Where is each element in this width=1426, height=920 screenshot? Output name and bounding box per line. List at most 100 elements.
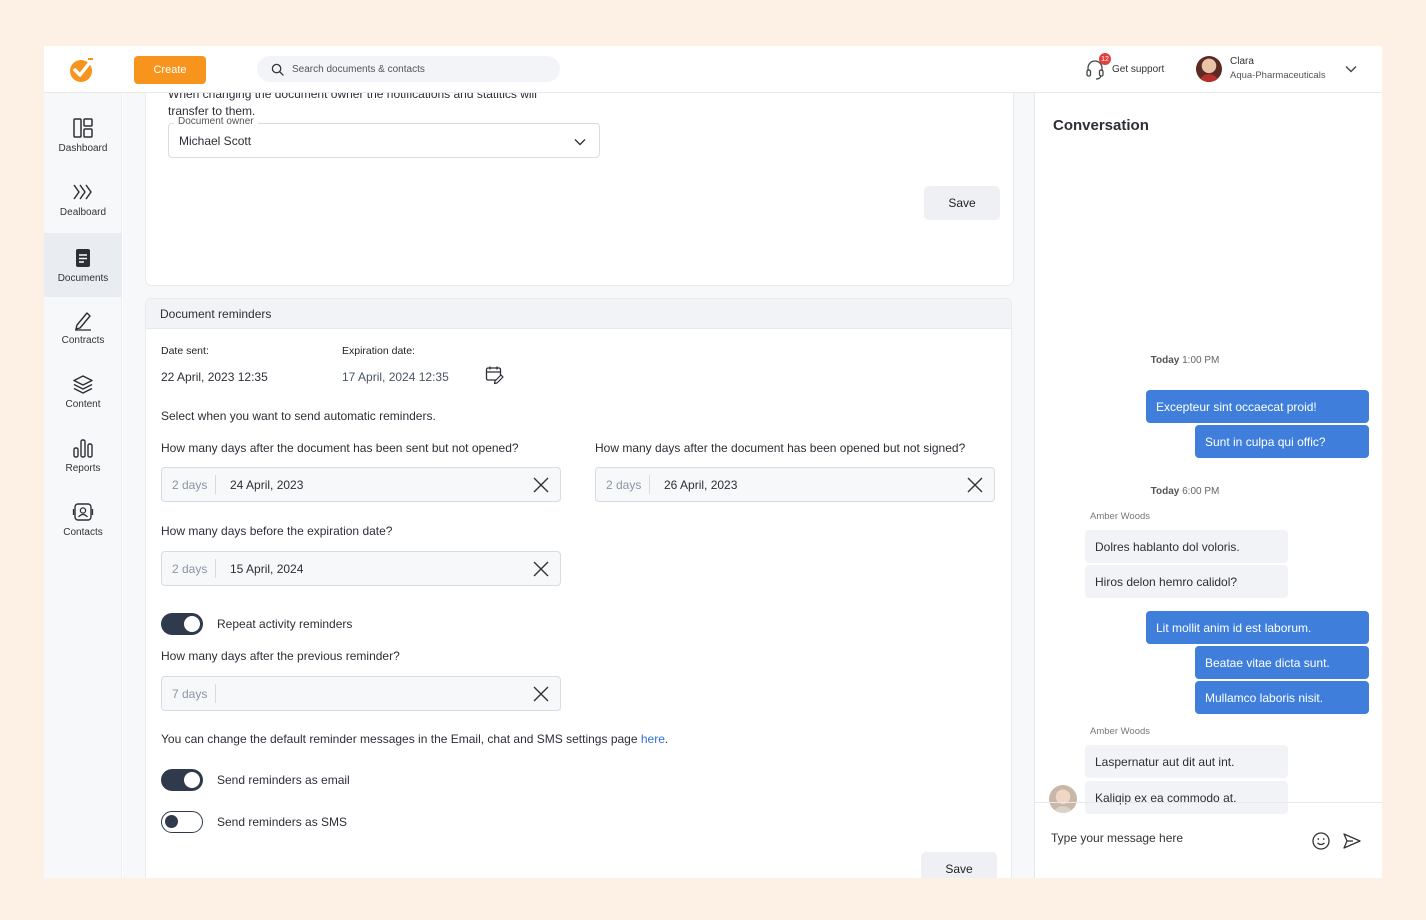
send-icon[interactable] bbox=[1342, 831, 1362, 851]
message-outgoing: Beatae vitae dicta sunt. bbox=[1195, 646, 1369, 679]
sidebar-item-content[interactable]: Content bbox=[44, 359, 122, 423]
sms-reminders-label: Send reminders as SMS bbox=[217, 815, 348, 829]
date-value: 15 April, 2024 bbox=[230, 561, 304, 576]
email-reminders-label: Send reminders as email bbox=[217, 773, 350, 787]
message-input[interactable] bbox=[1051, 831, 1291, 845]
sms-reminders-toggle[interactable] bbox=[161, 811, 203, 833]
app-window: Create 12 Get support Clara Aqua-Pharmac… bbox=[44, 46, 1382, 878]
top-bar: Create 12 Get support Clara Aqua-Pharmac… bbox=[44, 46, 1382, 93]
document-reminders-card: Document reminders Date sent: 22 April, … bbox=[145, 298, 1012, 878]
question-previous: How many days after the previous reminde… bbox=[161, 649, 400, 663]
date-value: 24 April, 2023 bbox=[230, 477, 304, 492]
sidebar-item-contacts[interactable]: Contacts bbox=[44, 487, 122, 551]
settings-text-end: . bbox=[664, 732, 669, 746]
main-content: When changing the document owner the not… bbox=[123, 93, 1034, 878]
document-icon bbox=[76, 248, 90, 267]
save-owner-button[interactable]: Save bbox=[924, 186, 1000, 220]
not-opened-field[interactable]: 2 days 24 April, 2023 bbox=[161, 467, 561, 502]
save-reminders-button[interactable]: Save bbox=[921, 852, 997, 878]
timestamp-day: Today bbox=[1150, 486, 1180, 497]
timestamp: Today 1:00 PM bbox=[1035, 355, 1335, 366]
user-name: Clara bbox=[1230, 56, 1254, 67]
get-support-label: Get support bbox=[1112, 63, 1165, 75]
support-icon-wrap: 12 bbox=[1084, 53, 1111, 80]
message-outgoing: Excepteur sint occaecat proid! bbox=[1146, 390, 1369, 423]
sidebar-item-label: Content bbox=[65, 398, 101, 410]
calendar-edit-icon[interactable] bbox=[485, 365, 505, 385]
settings-link[interactable]: here bbox=[641, 732, 665, 746]
sidebar: Dashboard Dealboard Documents Contracts … bbox=[44, 93, 122, 878]
date-sent-value: 22 April, 2023 12:35 bbox=[161, 370, 268, 384]
message-outgoing: Mullamco laboris nisit. bbox=[1195, 681, 1369, 714]
days-value: 7 days bbox=[162, 684, 216, 703]
expiration-value: 17 April, 2024 12:35 bbox=[342, 370, 449, 384]
days-value: 2 days bbox=[162, 475, 216, 494]
smiley-icon[interactable] bbox=[1311, 831, 1331, 851]
search-bar[interactable] bbox=[257, 56, 560, 82]
days-value: 2 days bbox=[162, 559, 216, 578]
sender-name: Amber Woods bbox=[1090, 726, 1151, 737]
create-button[interactable]: Create bbox=[134, 56, 206, 84]
timestamp-day: Today bbox=[1150, 355, 1180, 366]
message-composer bbox=[1035, 802, 1382, 878]
document-owner-value: Michael Scott bbox=[179, 133, 252, 148]
get-support-button[interactable]: 12 Get support bbox=[1084, 53, 1165, 82]
message-incoming: Laspernatur aut dit aut int. bbox=[1085, 745, 1288, 778]
sidebar-item-label: Dashboard bbox=[58, 142, 108, 154]
message-outgoing: Sunt in culpa qui offic? bbox=[1195, 425, 1369, 458]
repeat-reminders-toggle[interactable] bbox=[161, 613, 203, 635]
sidebar-item-dashboard[interactable]: Dashboard bbox=[44, 103, 122, 167]
conversation-panel: Conversation Today 1:00 PM Excepteur sin… bbox=[1034, 93, 1382, 878]
before-expiration-field[interactable]: 2 days 15 April, 2024 bbox=[161, 551, 561, 586]
timestamp-time: 1:00 PM bbox=[1182, 355, 1220, 366]
dashboard-icon bbox=[73, 117, 93, 138]
notification-badge: 12 bbox=[1099, 53, 1111, 65]
previous-reminder-field[interactable]: 7 days bbox=[161, 676, 561, 711]
message-incoming: Hiros delon hemro calidol? bbox=[1085, 565, 1288, 598]
timestamp: Today 6:00 PM bbox=[1035, 486, 1335, 497]
check-circle-logo-icon[interactable] bbox=[68, 56, 96, 84]
message-incoming: Dolres hablanto dol voloris. bbox=[1085, 530, 1288, 563]
settings-text-body: You can change the default reminder mess… bbox=[161, 732, 641, 746]
sidebar-item-dealboard[interactable]: Dealboard bbox=[44, 167, 122, 231]
sidebar-item-label: Contracts bbox=[61, 334, 105, 346]
contact-card-icon bbox=[72, 502, 94, 521]
document-owner-label: Document owner bbox=[174, 116, 258, 127]
close-icon[interactable] bbox=[532, 560, 550, 578]
user-menu[interactable]: Clara Aqua-Pharmaceuticals bbox=[1196, 54, 1358, 84]
chevron-down-icon[interactable] bbox=[1344, 62, 1358, 76]
sidebar-item-reports[interactable]: Reports bbox=[44, 423, 122, 487]
chevron-down-icon bbox=[574, 139, 586, 146]
not-signed-field[interactable]: 2 days 26 April, 2023 bbox=[595, 467, 995, 502]
sidebar-item-label: Dealboard bbox=[59, 206, 107, 218]
timestamp-time: 6:00 PM bbox=[1182, 486, 1220, 497]
message-outgoing: Lit mollit anim id est laborum. bbox=[1146, 611, 1369, 644]
question-not-signed: How many days after the document has bee… bbox=[595, 441, 966, 455]
document-owner-select[interactable]: Michael Scott bbox=[168, 123, 600, 158]
sidebar-item-label: Contacts bbox=[63, 526, 103, 538]
date-sent-label: Date sent: bbox=[161, 345, 209, 357]
conversation-title: Conversation bbox=[1053, 117, 1149, 134]
sidebar-item-label: Documents bbox=[57, 272, 109, 284]
email-reminders-toggle[interactable] bbox=[161, 769, 203, 791]
date-value: 26 April, 2023 bbox=[664, 477, 738, 492]
user-info: Clara Aqua-Pharmaceuticals bbox=[1230, 55, 1326, 83]
close-icon[interactable] bbox=[532, 476, 550, 494]
close-icon[interactable] bbox=[966, 476, 984, 494]
user-org: Aqua-Pharmaceuticals bbox=[1230, 70, 1326, 81]
repeat-reminders-label: Repeat activity reminders bbox=[217, 617, 353, 631]
sidebar-item-contracts[interactable]: Contracts bbox=[44, 295, 122, 359]
close-icon[interactable] bbox=[532, 685, 550, 703]
layers-icon bbox=[73, 374, 93, 394]
user-avatar bbox=[1196, 56, 1222, 82]
sidebar-item-documents[interactable]: Documents bbox=[44, 233, 122, 297]
document-owner-card: When changing the document owner the not… bbox=[145, 93, 1014, 286]
pen-icon bbox=[75, 311, 91, 331]
question-not-opened: How many days after the document has bee… bbox=[161, 441, 519, 455]
sidebar-item-label: Reports bbox=[65, 462, 101, 474]
section-title: Document reminders bbox=[146, 299, 1011, 329]
question-before-expiration: How many days before the expiration date… bbox=[161, 524, 393, 538]
chevrons-right-icon bbox=[73, 184, 92, 199]
search-icon bbox=[271, 63, 284, 76]
search-input[interactable] bbox=[292, 63, 532, 75]
